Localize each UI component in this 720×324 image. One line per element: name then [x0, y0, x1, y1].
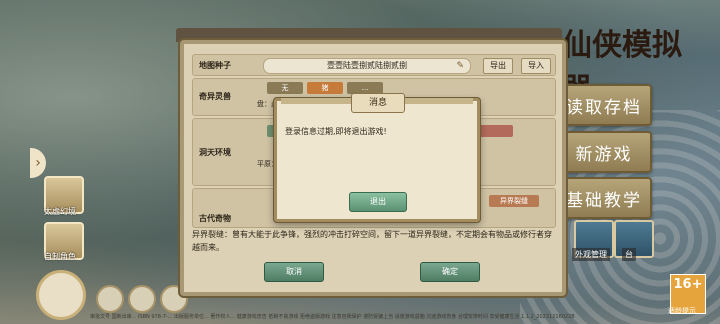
player-avatar[interactable]	[36, 270, 86, 320]
spirit-option-pig[interactable]: 猪	[307, 82, 343, 94]
artifact-chip[interactable]: 异界裂缝	[489, 195, 539, 207]
dialog-title: 消息	[351, 93, 405, 113]
taixu-realm-label: 太虚幻境	[44, 207, 76, 216]
spirit-label: 奇异灵兽	[199, 92, 231, 101]
realm-option-2[interactable]	[479, 125, 513, 137]
spirit-option-none[interactable]: 无	[267, 82, 303, 94]
seed-row: 地图种子 壹壹陆壹捌贰陆捌贰捌 ✎ 导出 导入	[192, 54, 556, 76]
outer-manage-label: 外观管理	[572, 248, 610, 261]
message-dialog: 消息 登录信息过期,即将退出游戏! 退出	[274, 93, 480, 222]
footer-legal-text: 审批文号 国新出审... ISBN 978-7-... 出版服务单位... 著作…	[90, 314, 575, 320]
age-rating-caption: 适龄提示	[668, 307, 696, 315]
seed-input[interactable]: 壹壹陆壹捌贰陆捌贰捌 ✎	[263, 58, 471, 74]
gallery-round-icon[interactable]	[128, 285, 156, 313]
import-button[interactable]: 导入	[521, 58, 551, 74]
load-save-button[interactable]: 读取存档	[556, 84, 652, 126]
dialog-message: 登录信息过期,即将退出游戏!	[285, 127, 387, 136]
confirm-button[interactable]: 确定	[420, 262, 480, 282]
game-logo: 仙侠模拟器	[562, 20, 692, 107]
tutorial-button[interactable]: 基础教学	[556, 177, 652, 219]
export-button[interactable]: 导出	[483, 58, 513, 74]
new-game-button[interactable]: 新游戏	[556, 131, 652, 173]
realm-label: 洞天环境	[199, 148, 231, 157]
pencil-icon[interactable]: ✎	[456, 59, 464, 73]
settings-round-icon[interactable]	[96, 285, 124, 313]
cancel-button[interactable]: 取消	[264, 262, 324, 282]
seed-label: 地图种子	[199, 61, 231, 70]
custom-character-label: 自制角色	[44, 252, 76, 261]
stage-label: 台	[622, 248, 636, 261]
artifact-label: 古代奇物	[199, 214, 231, 223]
artifact-description: 异界裂缝：曾有大能于此争锋，强烈的冲击打碎空间，留下一道异界裂缝，不定期会有物品…	[192, 230, 552, 252]
exit-button[interactable]: 退出	[349, 192, 407, 212]
seed-value: 壹壹陆壹捌贰陆捌贰捌	[327, 61, 407, 70]
